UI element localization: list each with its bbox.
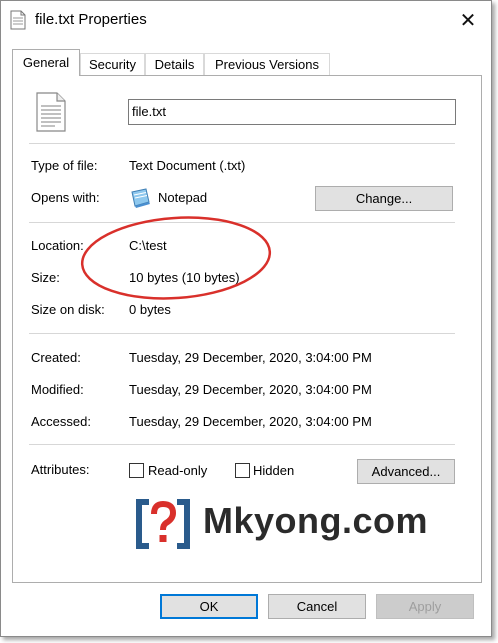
type-label: Type of file:: [31, 158, 98, 173]
change-button[interactable]: Change...: [315, 186, 453, 211]
title-bar: file.txt Properties ✕: [1, 1, 491, 41]
modified-label: Modified:: [31, 382, 84, 397]
file-name-input[interactable]: file.txt: [128, 99, 456, 125]
document-icon: [36, 92, 66, 132]
modified-value: Tuesday, 29 December, 2020, 3:04:00 PM: [129, 382, 372, 397]
general-panel: file.txt Type of file: Text Document (.t…: [12, 75, 482, 583]
divider: [29, 333, 455, 334]
properties-dialog: file.txt Properties ✕ General Security D…: [0, 0, 492, 637]
location-label: Location:: [31, 238, 84, 253]
tab-general[interactable]: General: [12, 49, 80, 76]
tab-previous-versions[interactable]: Previous Versions: [204, 53, 330, 76]
hidden-checkbox[interactable]: [235, 463, 250, 478]
apply-button[interactable]: Apply: [376, 594, 474, 619]
window-title: file.txt Properties: [35, 11, 147, 28]
attributes-label: Attributes:: [31, 462, 90, 477]
opens-with-label: Opens with:: [31, 190, 100, 205]
accessed-label: Accessed:: [31, 414, 91, 429]
read-only-label[interactable]: Read-only: [148, 463, 207, 478]
watermark-text: Mkyong.com: [203, 500, 429, 541]
text-file-icon: [10, 10, 26, 30]
question-code-icon: [136, 499, 190, 549]
close-button[interactable]: ✕: [445, 1, 491, 39]
read-only-checkbox[interactable]: [129, 463, 144, 478]
cancel-button[interactable]: Cancel: [268, 594, 366, 619]
type-value: Text Document (.txt): [129, 158, 246, 173]
size-on-disk-label: Size on disk:: [31, 302, 105, 317]
size-on-disk-value: 0 bytes: [129, 302, 171, 317]
divider: [29, 444, 455, 445]
size-label: Size:: [31, 270, 60, 285]
hidden-label[interactable]: Hidden: [253, 463, 294, 478]
close-icon: ✕: [459, 9, 477, 32]
advanced-button[interactable]: Advanced...: [357, 459, 455, 484]
created-value: Tuesday, 29 December, 2020, 3:04:00 PM: [129, 350, 372, 365]
tab-security[interactable]: Security: [80, 53, 145, 76]
notepad-icon: [131, 188, 150, 208]
accessed-value: Tuesday, 29 December, 2020, 3:04:00 PM: [129, 414, 372, 429]
created-label: Created:: [31, 350, 81, 365]
divider: [29, 143, 455, 144]
opens-with-value: Notepad: [158, 190, 208, 205]
ok-button[interactable]: OK: [160, 594, 258, 619]
annotation-ellipse: [80, 216, 272, 300]
tab-details[interactable]: Details: [145, 53, 204, 76]
